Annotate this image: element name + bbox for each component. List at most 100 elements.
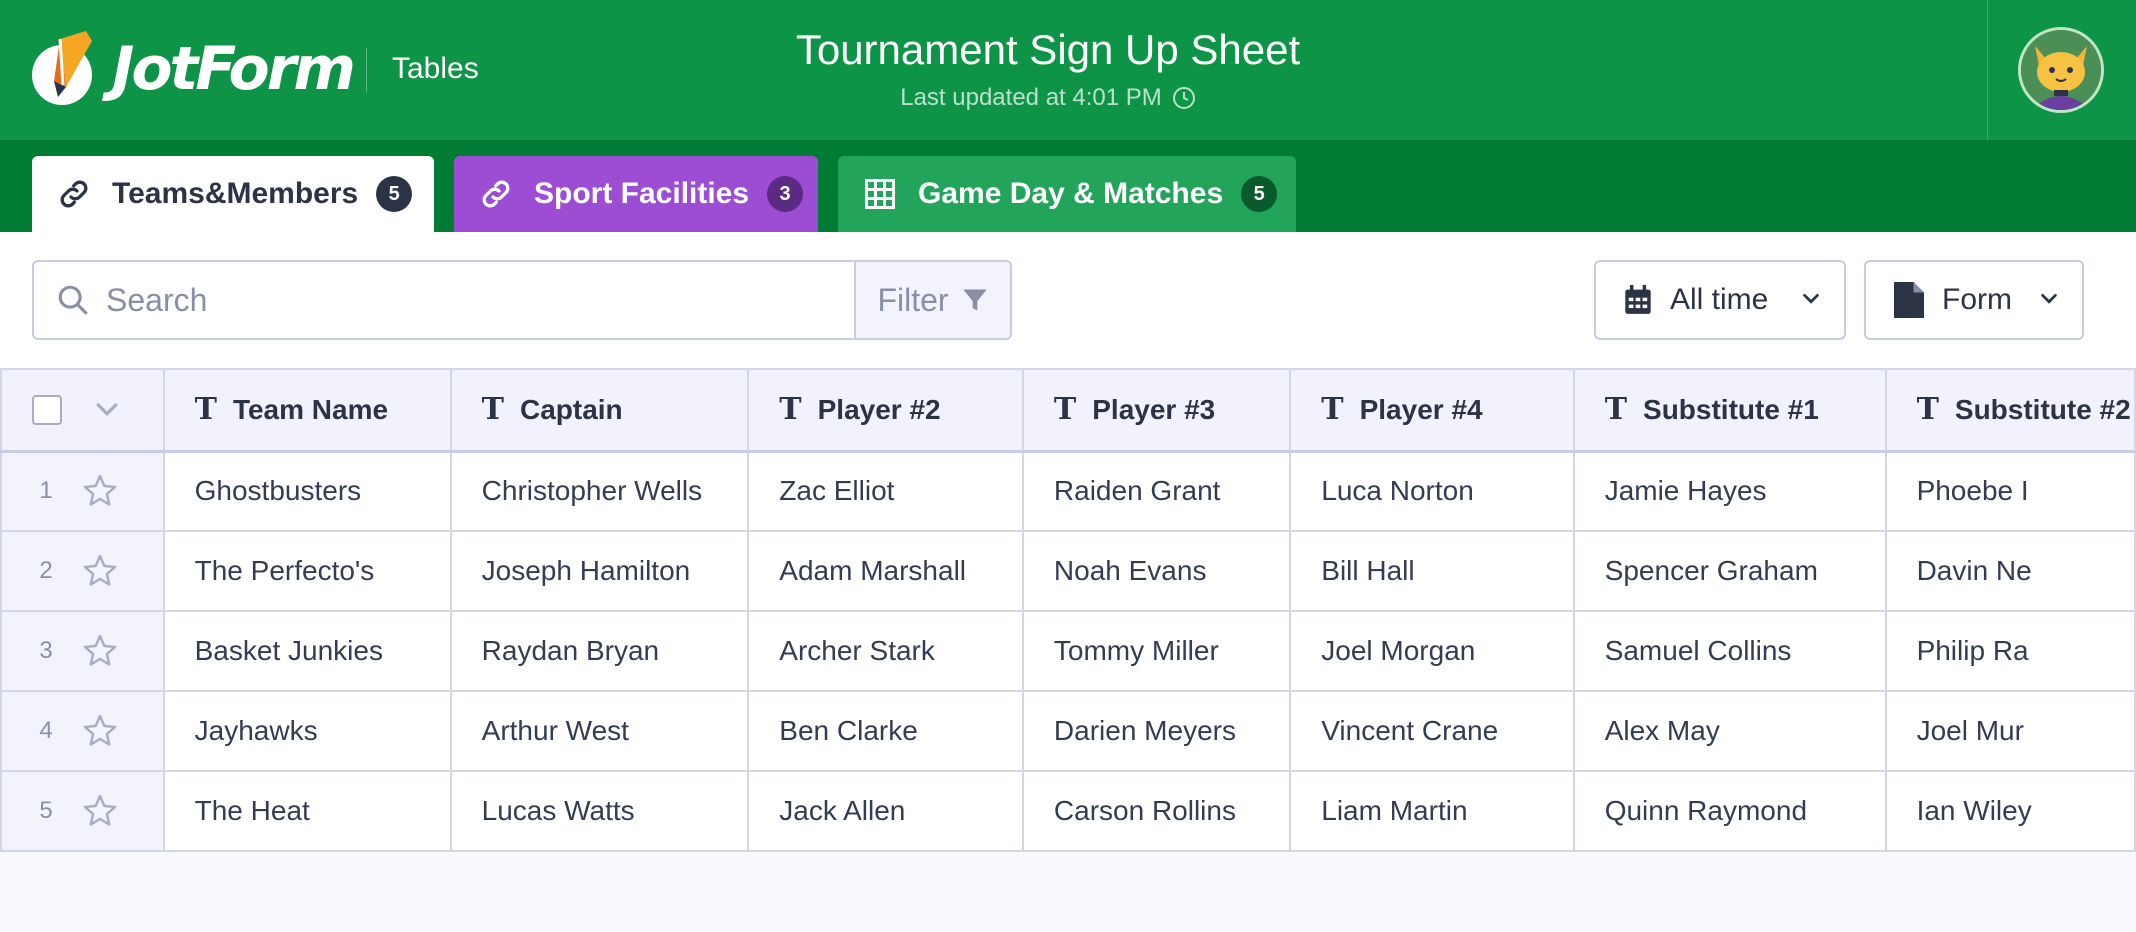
star-icon[interactable]	[82, 793, 118, 829]
text-type-icon: T	[481, 392, 504, 428]
column-label: Player #2	[817, 393, 941, 425]
star-icon[interactable]	[82, 473, 118, 509]
column-label: Player #4	[1359, 393, 1483, 425]
link-icon	[56, 176, 92, 212]
table-cell[interactable]: Zac Elliot	[747, 449, 1024, 532]
table-cell[interactable]: Noah Evans	[1021, 530, 1292, 612]
table-cell[interactable]: Phoebe I	[1884, 449, 2136, 532]
jotform-logo[interactable]: JotForm	[30, 31, 356, 107]
table-cell[interactable]: Adam Marshall	[747, 530, 1024, 612]
row-number: 4	[39, 717, 53, 744]
column-label: Substitute #1	[1643, 393, 1819, 425]
text-type-icon: T	[1916, 392, 1939, 428]
table-cell[interactable]: Quinn Raymond	[1572, 770, 1887, 852]
select-all-checkbox[interactable]	[32, 394, 62, 425]
column-header[interactable]: T Player #4	[1289, 368, 1575, 452]
table-cell[interactable]: Tommy Miller	[1021, 610, 1292, 692]
last-updated: Last updated at 4:01 PM	[768, 84, 1328, 112]
tab-sport-facilities[interactable]: Sport Facilities 3	[454, 156, 818, 232]
table-row[interactable]: 1 Ghostbusters Christopher Wells Zac Ell…	[0, 449, 2136, 532]
table-cell[interactable]: Bill Hall	[1289, 530, 1575, 612]
row-number: 5	[39, 797, 53, 824]
app-label[interactable]: Tables	[392, 52, 479, 86]
table-cell[interactable]: Vincent Crane	[1289, 690, 1575, 772]
chevron-down-icon	[1800, 288, 1822, 310]
table-cell[interactable]: Ghostbusters	[162, 449, 452, 532]
tab-bar: Teams&Members 5 Sport Facilities 3 Game …	[0, 140, 2136, 232]
form-dropdown[interactable]: Form	[1864, 260, 2084, 340]
tab-count-badge: 3	[767, 176, 804, 212]
table-cell[interactable]: The Heat	[162, 770, 452, 852]
search-icon	[56, 283, 90, 317]
table-cell[interactable]: Jack Allen	[747, 770, 1024, 852]
column-label: Captain	[519, 393, 623, 425]
chevron-down-icon	[2038, 288, 2060, 310]
table-cell[interactable]: Alex May	[1572, 690, 1887, 772]
table-row[interactable]: 3 Basket Junkies Raydan Bryan Archer Sta…	[0, 610, 2136, 692]
chevron-down-icon[interactable]	[92, 395, 122, 425]
table-cell[interactable]: Joseph Hamilton	[449, 530, 750, 612]
search-box: Filter	[32, 260, 1012, 340]
column-header[interactable]: T Captain	[449, 368, 750, 452]
clock-icon	[1172, 87, 1195, 109]
row-number: 1	[39, 477, 53, 505]
tab-label: Teams&Members	[112, 177, 359, 210]
document-icon	[1894, 282, 1924, 318]
table-row[interactable]: 5 The Heat Lucas Watts Jack Allen Carson…	[0, 770, 2136, 852]
table-cell[interactable]: Samuel Collins	[1572, 610, 1887, 692]
user-avatar[interactable]	[2018, 27, 2104, 113]
app-header: JotForm Tables Tournament Sign Up Sheet …	[0, 0, 2136, 140]
star-icon[interactable]	[82, 713, 118, 749]
table-cell[interactable]: Darien Meyers	[1021, 690, 1292, 772]
table-cell[interactable]: Lucas Watts	[449, 770, 750, 852]
column-header[interactable]: T Substitute #1	[1572, 368, 1887, 452]
table-cell[interactable]: Ben Clarke	[747, 690, 1024, 772]
tab-count-badge: 5	[1241, 176, 1278, 212]
table-cell[interactable]: Joel Mur	[1884, 690, 2136, 772]
text-type-icon: T	[779, 392, 802, 428]
table-cell[interactable]: Ian Wiley	[1884, 770, 2136, 852]
column-label: Team Name	[232, 393, 389, 425]
table-cell[interactable]: Basket Junkies	[162, 610, 452, 692]
table-cell[interactable]: Jayhawks	[162, 690, 452, 772]
search-input[interactable]	[104, 280, 888, 320]
table-cell[interactable]: Carson Rollins	[1021, 770, 1292, 852]
time-range-dropdown[interactable]: All time	[1594, 260, 1846, 340]
table-cell[interactable]: The Perfecto's	[162, 530, 452, 612]
star-icon[interactable]	[82, 633, 118, 669]
table-cell[interactable]: Joel Morgan	[1289, 610, 1575, 692]
table-cell[interactable]: Davin Ne	[1884, 530, 2136, 612]
column-header[interactable]: T Player #3	[1021, 368, 1292, 452]
table-cell[interactable]: Arthur West	[449, 690, 750, 772]
table-row[interactable]: 2 The Perfecto's Joseph Hamilton Adam Ma…	[0, 530, 2136, 612]
column-header[interactable]: T Player #2	[747, 368, 1024, 452]
star-icon[interactable]	[82, 553, 118, 589]
table-cell[interactable]: Raydan Bryan	[449, 610, 750, 692]
row-control-cell: 2	[0, 530, 165, 612]
last-updated-text: Last updated at 4:01 PM	[900, 84, 1162, 111]
column-header[interactable]: T Substitute #2	[1884, 368, 2136, 452]
table-cell[interactable]: Archer Stark	[747, 610, 1024, 692]
table-cell[interactable]: Philip Ra	[1884, 610, 2136, 692]
header-right-divider	[1987, 0, 1988, 140]
column-header[interactable]: T Team Name	[162, 368, 452, 452]
text-type-icon: T	[1604, 392, 1628, 428]
avatar-cat-icon	[2021, 30, 2101, 110]
tab-teams-members[interactable]: Teams&Members 5	[32, 156, 434, 232]
table-row[interactable]: 4 Jayhawks Arthur West Ben Clarke Darien…	[0, 690, 2136, 772]
title-block: Tournament Sign Up Sheet Last updated at…	[768, 26, 1328, 112]
table-cell[interactable]: Luca Norton	[1289, 449, 1575, 532]
text-type-icon: T	[1053, 392, 1077, 428]
table-cell[interactable]: Raiden Grant	[1021, 449, 1292, 532]
filter-button[interactable]: Filter	[854, 262, 1010, 338]
page-title[interactable]: Tournament Sign Up Sheet	[768, 26, 1328, 74]
table-cell[interactable]: Christopher Wells	[449, 449, 750, 532]
logo-text: JotForm	[112, 34, 356, 104]
tab-label: Sport Facilities	[534, 177, 750, 210]
table-cell[interactable]: Jamie Hayes	[1572, 449, 1887, 532]
toolbar: Filter All time	[0, 232, 2136, 368]
form-label: Form	[1942, 283, 2012, 316]
table-cell[interactable]: Spencer Graham	[1572, 530, 1887, 612]
tab-game-day-matches[interactable]: Game Day & Matches 5	[838, 156, 1296, 232]
table-cell[interactable]: Liam Martin	[1289, 770, 1575, 852]
